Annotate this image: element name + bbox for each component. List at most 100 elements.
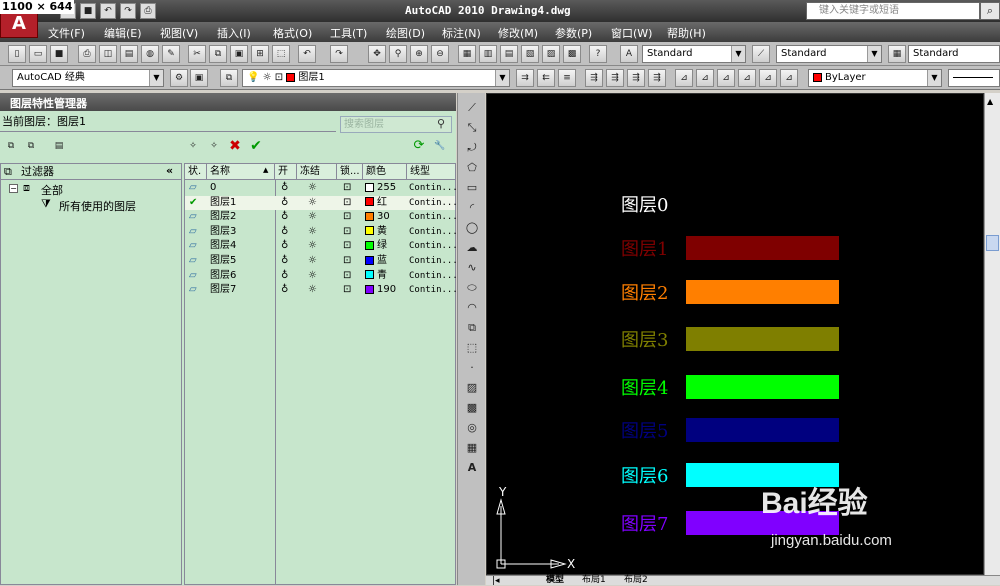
save-icon[interactable]: ■ [80, 3, 96, 19]
zoom-previous-icon[interactable]: ⊖ [431, 45, 449, 63]
make-current-icon[interactable]: ⇉ [516, 69, 534, 87]
layer-merge-icon[interactable]: ⊿ [780, 69, 798, 87]
text-style-combo[interactable]: Standard ▼ [642, 45, 746, 63]
sheet-set-icon[interactable]: ▧ [521, 45, 539, 63]
scrollbar-thumb[interactable] [986, 235, 999, 251]
drawing-layer-label[interactable]: 图层3 [621, 326, 668, 352]
workspace-settings-icon[interactable]: ⚙ [170, 69, 188, 87]
point-icon[interactable]: · [462, 359, 482, 377]
copy-icon[interactable]: ⧉ [209, 45, 227, 63]
layer-row[interactable]: ▱ 图层2 ♁ ☼ ⊡ 30 Contin... [185, 210, 458, 225]
layer-color[interactable]: 蓝 [365, 254, 387, 268]
sun-icon[interactable]: ☼ [308, 283, 317, 297]
layer-row[interactable]: ▱ 0 ♁ ☼ ⊡ 255 Contin... [185, 181, 458, 196]
gradient-icon[interactable]: ▩ [462, 399, 482, 417]
layer-delete-icon[interactable]: ⊿ [759, 69, 777, 87]
redo-toolbar-icon[interactable]: ↷ [330, 45, 348, 63]
hatch-icon[interactable]: ▨ [462, 379, 482, 397]
unlock-icon[interactable]: ⊡ [343, 225, 351, 239]
layer-linetype[interactable]: Contin... [409, 239, 458, 253]
menu-tools[interactable]: 工具(T) [330, 25, 367, 41]
unlock-icon[interactable]: ⊡ [343, 254, 351, 268]
menu-draw[interactable]: 绘图(D) [386, 25, 425, 41]
layer-states-icon[interactable]: ≡ [558, 69, 576, 87]
tab-layout1[interactable]: 布局1 [582, 576, 606, 585]
layer-unisolate-icon[interactable]: ⇶ [606, 69, 624, 87]
layer-linetype[interactable]: Contin... [409, 225, 458, 239]
delete-layer-icon[interactable]: ✖ [226, 138, 244, 156]
workspace-save-icon[interactable]: ▣ [190, 69, 208, 87]
unlock-icon[interactable]: ⊡ [343, 269, 351, 283]
layer-linetype[interactable]: Contin... [409, 269, 458, 283]
col-status[interactable]: 状. [185, 164, 207, 180]
quickcalc-icon[interactable]: ▩ [563, 45, 581, 63]
col-freeze[interactable]: 冻结 [297, 164, 337, 180]
layer-row[interactable]: ✔ 图层1 ♁ ☼ ⊡ 红 Contin... [185, 195, 458, 211]
unlock-icon[interactable]: ⊡ [343, 181, 351, 195]
menu-view[interactable]: 视图(V) [160, 25, 198, 41]
scroll-up-icon[interactable]: ▲ [987, 97, 993, 106]
vertical-scrollbar[interactable]: ▲ [984, 93, 1000, 575]
layer-off-icon[interactable]: ⊿ [675, 69, 693, 87]
menu-insert[interactable]: 插入(I) [217, 25, 251, 41]
workspace-combo[interactable]: AutoCAD 经典 ▼ [12, 69, 164, 87]
help-search-input[interactable]: 键入关键字或短语 [806, 2, 980, 20]
col-on[interactable]: 开 [275, 164, 297, 180]
layer-freeze-icon[interactable]: ⊿ [696, 69, 714, 87]
layer-color[interactable]: 黄 [365, 225, 387, 239]
lightbulb-icon[interactable]: ♁ [281, 225, 288, 239]
tree-item-all[interactable]: 全部 [41, 182, 63, 198]
tab-model[interactable]: 模型 [546, 576, 564, 585]
new-layer-frozen-icon[interactable]: ✧ [205, 138, 223, 156]
layer-row[interactable]: ▱ 图层7 ♁ ☼ ⊡ 190 Contin... [185, 283, 458, 298]
tool-palettes-icon[interactable]: ▤ [500, 45, 518, 63]
layer-states-manager-icon[interactable]: ▤ [50, 138, 68, 156]
etransmit-icon[interactable]: ✎ [162, 45, 180, 63]
menu-modify[interactable]: 修改(M) [498, 25, 538, 41]
layer-combo[interactable]: 💡 ☼ ⊡ 图层1 ▼ [242, 69, 510, 87]
layer-linetype[interactable]: Contin... [409, 283, 458, 297]
properties-icon[interactable]: ▦ [458, 45, 476, 63]
layer-row[interactable]: ▱ 图层5 ♁ ☼ ⊡ 蓝 Contin... [185, 254, 458, 269]
drawing-layer-label[interactable]: 图层6 [621, 462, 668, 488]
help-icon[interactable]: ? [589, 45, 607, 63]
dim-style-icon[interactable]: ⟋ [752, 45, 770, 63]
text-style-icon[interactable]: A [620, 45, 638, 63]
block-editor-icon[interactable]: ⬚ [272, 45, 290, 63]
settings-wrench-icon[interactable]: 🔧 [431, 138, 449, 156]
region-icon[interactable]: ◎ [462, 419, 482, 437]
new-layer-icon[interactable]: ✧ [184, 138, 202, 156]
undo-toolbar-icon[interactable]: ↶ [298, 45, 316, 63]
preview-icon[interactable]: ◫ [99, 45, 117, 63]
paste-icon[interactable]: ▣ [230, 45, 248, 63]
lightbulb-icon[interactable]: ♁ [281, 239, 288, 253]
layer-color[interactable]: 红 [365, 196, 387, 210]
layer-isolate-icon[interactable]: ⇶ [585, 69, 603, 87]
col-lock[interactable]: 锁... [337, 164, 363, 180]
menu-format[interactable]: 格式(O) [273, 25, 312, 41]
circle-icon[interactable]: ◯ [462, 219, 482, 237]
drawing-color-bar[interactable] [686, 327, 839, 351]
zoom-window-icon[interactable]: ⊕ [410, 45, 428, 63]
table-icon[interactable]: ▦ [462, 439, 482, 457]
print-icon[interactable]: ⎙ [78, 45, 96, 63]
lightbulb-icon[interactable]: ♁ [281, 283, 288, 297]
lightbulb-icon[interactable]: ♁ [281, 269, 288, 283]
pan-icon[interactable]: ✥ [368, 45, 386, 63]
unlock-icon[interactable]: ⊡ [343, 283, 351, 297]
table-style-combo[interactable]: Standard [908, 45, 1000, 63]
arc-icon[interactable]: ◜ [462, 199, 482, 217]
col-color[interactable]: 颜色 [363, 164, 407, 180]
layer-row[interactable]: ▱ 图层4 ♁ ☼ ⊡ 绿 Contin... [185, 239, 458, 254]
tab-layout2[interactable]: 布局2 [624, 576, 648, 585]
unlock-icon[interactable]: ⊡ [343, 210, 351, 224]
layer-previous-icon[interactable]: ⇇ [537, 69, 555, 87]
sun-icon[interactable]: ☼ [308, 225, 317, 239]
collapse-icon[interactable]: « [166, 164, 173, 177]
sun-icon[interactable]: ☼ [308, 254, 317, 268]
set-current-icon[interactable]: ✔ [247, 138, 265, 156]
zoom-realtime-icon[interactable]: ⚲ [389, 45, 407, 63]
layer-lock-icon[interactable]: ⊿ [717, 69, 735, 87]
ellipse-icon[interactable]: ⬭ [462, 279, 482, 297]
construction-line-icon[interactable]: ⤡ [462, 119, 482, 137]
